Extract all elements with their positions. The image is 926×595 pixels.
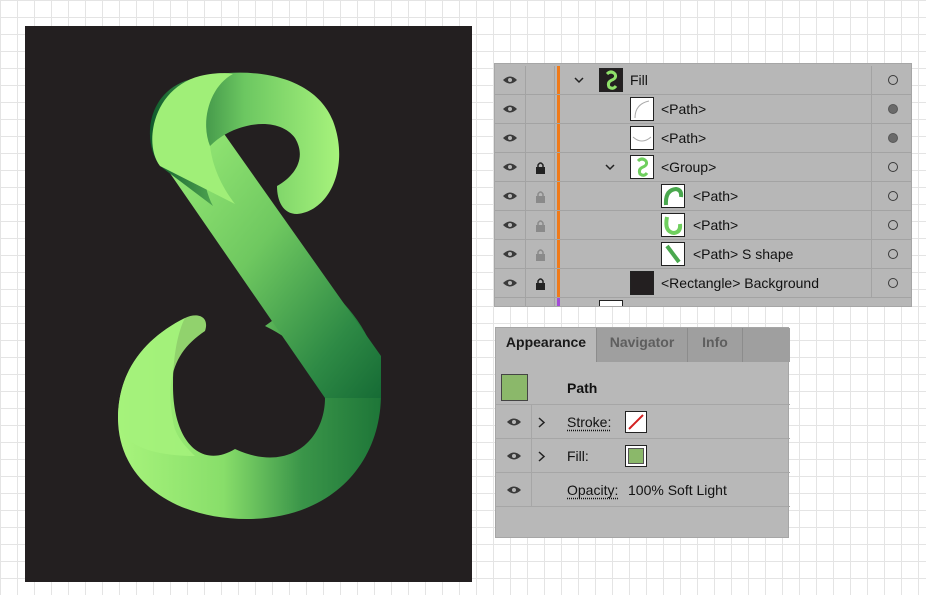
target-circle-icon[interactable] [871,240,911,268]
fill-label: Fill: [567,448,589,464]
opacity-value: 100% Soft Light [628,482,727,498]
layer-color-bar [557,269,560,297]
stroke-label[interactable]: Stroke: [567,405,611,439]
appearance-stroke-row[interactable]: Stroke: [496,405,790,439]
layer-color-bar [557,182,560,210]
layer-color-bar [557,211,560,239]
object-thumbnail-swatch [501,374,528,401]
layer-thumbnail [630,271,654,295]
lock-icon[interactable] [526,182,555,210]
visibility-eye-icon[interactable] [495,124,526,152]
target-circle-icon[interactable] [871,269,911,297]
visibility-eye-icon[interactable] [496,473,532,507]
target-circle-icon[interactable] [871,182,911,210]
layer-row-fill[interactable]: Fill [495,66,911,95]
tab-info[interactable]: Info [688,328,743,362]
visibility-eye-icon[interactable] [495,153,526,181]
lock-toggle[interactable] [526,66,555,94]
layer-row-partial[interactable] [495,298,911,306]
appearance-panel: Appearance Navigator Info Path Stroke: F… [495,327,790,538]
visibility-eye-icon[interactable] [495,269,526,297]
visibility-eye-icon[interactable] [495,182,526,210]
lock-toggle[interactable] [526,95,555,123]
layer-row-group[interactable]: <Group> [495,153,911,182]
layer-color-bar [557,298,560,306]
lock-toggle[interactable] [526,124,555,152]
layer-thumbnail [630,155,654,179]
appearance-fill-row[interactable]: Fill: [496,439,790,473]
lock-toggle [526,298,555,306]
layer-name: <Group> [661,159,717,175]
appearance-opacity-row[interactable]: Opacity: 100% Soft Light [496,473,790,507]
layer-thumbnail [661,184,685,208]
layer-color-bar [557,240,560,268]
lock-icon[interactable] [526,211,555,239]
layers-panel: Fill <Path> <Path> <Group> <Path> <Path>… [494,63,912,307]
s-bottom-loop-highlight-shape [118,315,207,456]
visibility-eye-icon[interactable] [496,439,532,473]
stroke-none-swatch-icon[interactable] [625,411,647,433]
artboard-canvas[interactable] [25,26,472,582]
opacity-label[interactable]: Opacity: [567,473,618,507]
layer-row-path[interactable]: <Path> [495,95,911,124]
tab-navigator[interactable]: Navigator [597,328,688,362]
layer-color-bar [557,153,560,181]
target-circle-icon[interactable] [871,95,911,123]
chevron-right-icon[interactable] [538,405,546,439]
visibility-eye-icon[interactable] [495,240,526,268]
layer-row-path[interactable]: <Path> [495,182,911,211]
layer-row-path[interactable]: <Path> [495,124,911,153]
layer-thumbnail [630,97,654,121]
layer-name: <Path> S shape [693,246,794,262]
visibility-eye-icon[interactable] [495,66,526,94]
layer-name: <Path> [693,217,739,233]
layer-row-path-s-shape[interactable]: <Path> S shape [495,240,911,269]
lock-icon[interactable] [526,153,555,181]
visibility-eye-icon[interactable] [495,211,526,239]
visibility-eye-icon[interactable] [496,405,532,439]
layer-thumbnail [599,300,623,306]
layer-name: <Path> [661,130,707,146]
fill-color-swatch[interactable] [625,445,647,467]
layer-name: <Path> [661,101,707,117]
appearance-object-row: Path [496,371,790,405]
layer-thumbnail [630,126,654,150]
layer-row-path[interactable]: <Path> [495,211,911,240]
tab-appearance[interactable]: Appearance [496,328,597,362]
layer-thumbnail [599,68,623,92]
object-type-label: Path [567,380,598,396]
layer-color-bar [557,66,560,94]
layer-color-bar [557,124,560,152]
layer-thumbnail [661,242,685,266]
chevron-down-icon[interactable] [602,153,618,181]
chevron-right-icon[interactable] [538,439,546,473]
layer-name: Fill [630,72,648,88]
target-circle-icon[interactable] [871,153,911,181]
layer-name: <Path> [693,188,739,204]
layer-row-rectangle-background[interactable]: <Rectangle> Background [495,269,911,298]
lock-icon[interactable] [526,269,555,297]
target-circle-icon[interactable] [871,124,911,152]
layer-name: <Rectangle> Background [661,275,819,291]
target-circle-icon[interactable] [871,211,911,239]
target-circle-icon[interactable] [871,66,911,94]
visibility-eye-icon [495,298,526,306]
lock-icon[interactable] [526,240,555,268]
visibility-eye-icon[interactable] [495,95,526,123]
layer-color-bar [557,95,560,123]
layer-thumbnail [661,213,685,237]
panel-tab-bar: Appearance Navigator Info [496,328,790,362]
chevron-down-icon[interactable] [571,66,587,94]
s-logo-artwork [118,72,381,519]
